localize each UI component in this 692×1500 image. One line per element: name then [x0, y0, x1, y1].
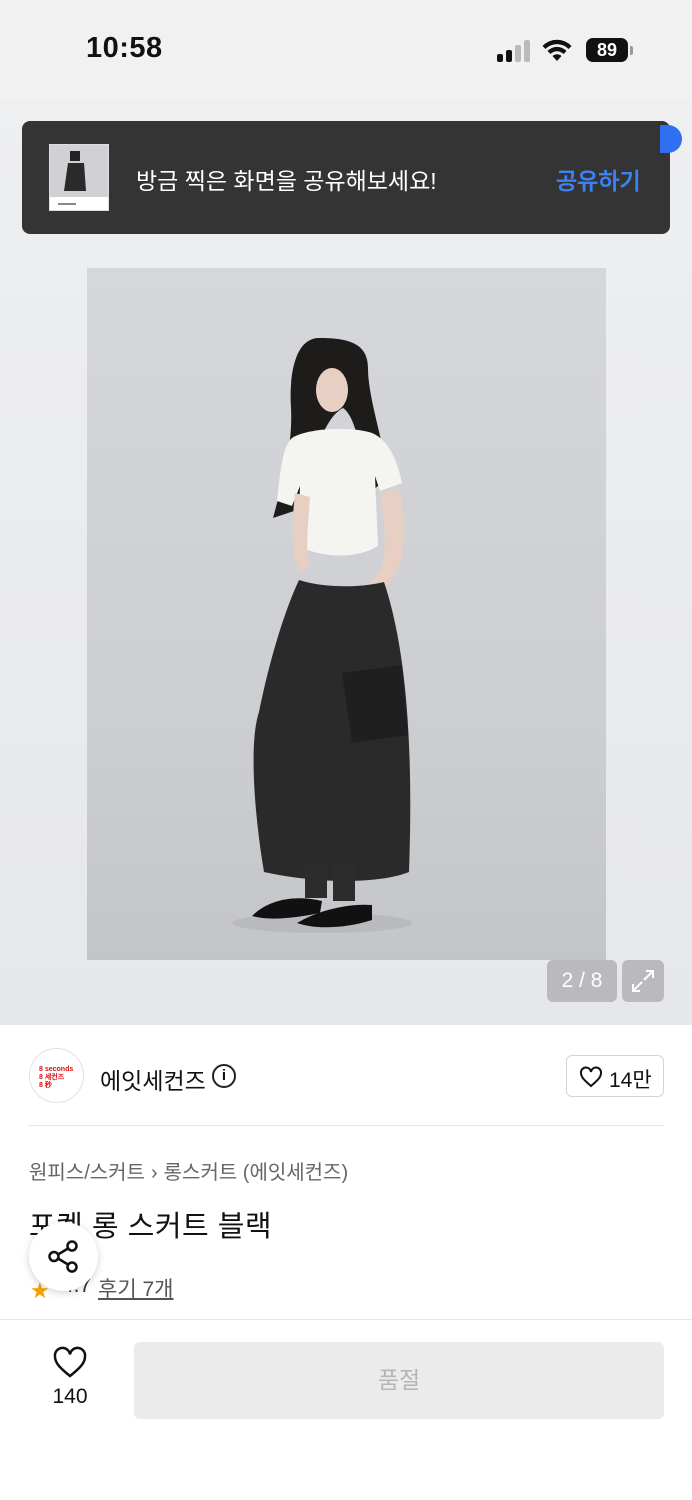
cellular-signal-icon: [497, 40, 533, 62]
brand-logo[interactable]: 8 seconds 8 세컨즈 8 秒: [29, 1048, 84, 1103]
brand-logo-line: 8 세컨즈: [39, 1074, 65, 1081]
product-gallery[interactable]: 2 / 8: [0, 100, 692, 1025]
model-illustration: [232, 338, 412, 933]
thumbnail-image: [50, 145, 108, 205]
share-icon: [48, 1240, 78, 1273]
wishlist-heart-icon[interactable]: [52, 1346, 88, 1379]
brand-name[interactable]: 에잇세컨즈: [100, 1062, 206, 1096]
brand-logo-line: 8 秒: [39, 1082, 52, 1089]
divider: [28, 1125, 664, 1126]
brand-like-button[interactable]: 14만: [566, 1055, 664, 1097]
breadcrumb: 원피스/스커트 › 롱스커트 (에잇세컨즈): [29, 1156, 348, 1185]
toast-share-button[interactable]: 공유하기: [556, 162, 641, 196]
battery-icon: 89: [586, 38, 628, 62]
wishlist-count: 140: [52, 1385, 88, 1408]
toast-message: 방금 찍은 화면을 공유해보세요!: [136, 168, 437, 194]
bottom-bar-divider: [0, 1319, 692, 1320]
battery-tip: [630, 46, 633, 55]
breadcrumb-subcategory[interactable]: 롱스커트 (에잇세컨즈): [164, 1162, 348, 1184]
status-bar: 10:58 89: [0, 0, 692, 100]
brand-like-count: 14만: [609, 1069, 652, 1092]
heart-icon: [580, 1066, 602, 1088]
share-button[interactable]: [29, 1222, 98, 1291]
chevron-right-icon: ›: [150, 1162, 158, 1184]
sold-out-button: 품절: [134, 1342, 664, 1419]
product-page: 10:58 89 2 / 8 방금 찍은 화면을 공유해보세요! 공유하기 8 …: [0, 0, 692, 1500]
review-link[interactable]: 후기 7개: [98, 1273, 173, 1303]
info-icon[interactable]: i: [212, 1064, 236, 1088]
screenshot-share-toast: 방금 찍은 화면을 공유해보세요! 공유하기: [22, 121, 670, 234]
fullscreen-expand-button[interactable]: [622, 960, 664, 1002]
status-time: 10:58: [86, 32, 163, 64]
wifi-icon: [542, 39, 572, 61]
expand-icon: [632, 970, 654, 992]
breadcrumb-category[interactable]: 원피스/스커트: [29, 1162, 145, 1184]
product-photo[interactable]: [87, 268, 606, 960]
brand-logo-line: 8 seconds: [39, 1066, 74, 1073]
gallery-counter: 2 / 8: [547, 960, 617, 1002]
screenshot-thumbnail[interactable]: [49, 144, 109, 211]
